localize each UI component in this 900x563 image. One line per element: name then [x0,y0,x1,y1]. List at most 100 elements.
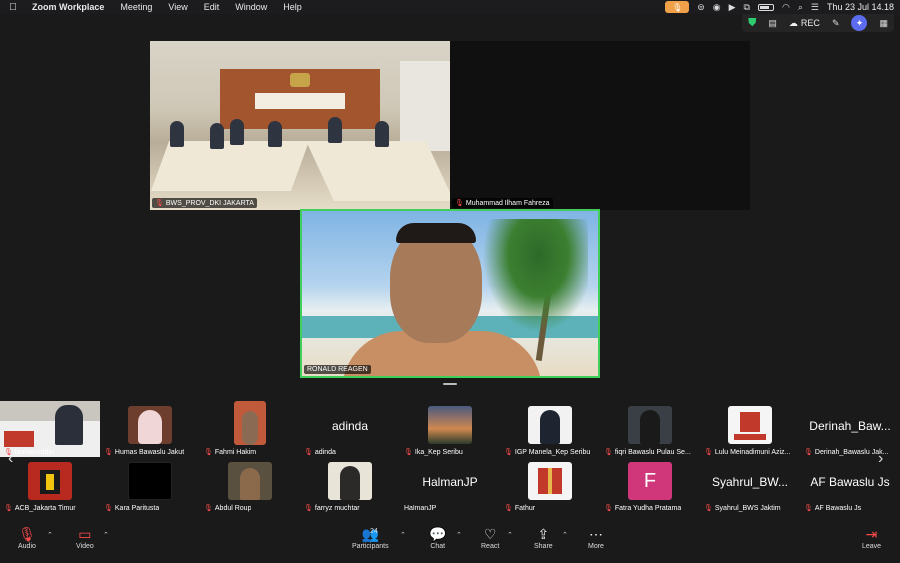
gallery-tile-label: 🎙 adinda [304,448,336,457]
gallery-tile[interactable]: 🎙 Lulu Meinadimuni Aziz... [700,401,800,457]
participant-name: IGP Manela_Kep Seribu [514,448,591,456]
gallery-tile[interactable]: F 🎙 Fatra Yudha Pratama [600,457,700,513]
security-shield-icon[interactable]: ⛊ [748,17,756,30]
ai-companion-icon[interactable]: ✦ [851,15,868,31]
zoom-status-icon[interactable]: ◉ [713,2,721,13]
heart-icon: ♡ [483,526,497,542]
gallery-next-arrow-icon[interactable]: › [878,450,883,468]
battery-icon[interactable] [757,3,774,11]
tile-image [138,410,162,444]
video-button[interactable]: ▭ Video [76,525,94,550]
muted-mic-icon: 🎙 [455,200,464,207]
room-person [230,119,244,145]
video-options-chevron-icon[interactable]: ⌃ [103,531,109,539]
gallery-tile[interactable]: 🎙 IGP Manela_Kep Seribu [500,401,600,457]
muted-mic-icon: 🎙 [304,505,313,512]
room-person [375,121,389,147]
gallery-tile[interactable]: Syahrul_BW... 🎙 Syahrul_BWS Jaktim [700,457,800,513]
avatar [628,406,672,444]
room-person [210,123,224,149]
tile-image [240,468,260,500]
gallery-tile-label: 🎙 Ika_Kep Seribu [404,448,463,457]
gallery-tile-label: HalmanJP [404,505,436,512]
share-button[interactable]: ⇪ Share [534,525,553,550]
gallery-tile-label: 🎙 Humas Bawaslu Jakut [104,448,185,457]
leave-button[interactable]: ⇥ Leave [862,525,881,550]
window-switch-icon[interactable]: ⧉ [744,2,750,13]
menu-bar:  Zoom Workplace Meeting View Edit Windo… [0,0,900,14]
gallery-tile[interactable]: 🎙 burhanuddin [0,401,100,457]
audio-button[interactable]: 🎙 Audio [18,525,36,550]
gallery-tile[interactable]: HalmanJP HalmanJP [400,457,500,513]
menubar-clock[interactable]: Thu 23 Jul 14.18 [827,2,894,12]
apple-menu-icon[interactable]:  [0,2,26,13]
wifi-icon[interactable]: ◠ [782,2,790,13]
muted-mic-icon: 🎙 [504,505,513,512]
video-tile-room[interactable]: 🎙 BWS_PROV_DKI JAKARTA [150,41,450,210]
spotlight-search-icon[interactable]: ⌕ [798,2,803,13]
gallery-tile-label: 🎙 Syahrul_BWS Jaktim [704,504,781,513]
gallery-tile-label: 🎙 Kara Paritusta [104,504,159,513]
participant-display-name: Syahrul_BW... [711,475,789,489]
participant-name: HalmanJP [404,505,437,512]
screen-share-status-icon[interactable]: ⊜ [697,2,705,13]
menu-edit[interactable]: Edit [196,2,228,12]
share-options-chevron-icon[interactable]: ⌃ [562,531,568,539]
menu-window[interactable]: Window [227,2,275,12]
video-tile-dark[interactable]: 🎙 Muhammad Ilham Fahreza [450,41,750,210]
menu-app-name[interactable]: Zoom Workplace [26,2,112,12]
speaker-hair [396,223,476,243]
chat-button[interactable]: 💬 Chat [429,525,446,550]
more-button[interactable]: ⋯ More [588,525,604,550]
gallery-tile[interactable]: 🎙 Fahmi Hakim [200,401,300,457]
participants-options-chevron-icon[interactable]: ⌃ [400,531,406,539]
gallery-tile[interactable]: 🎙 Humas Bawaslu Jakut [100,401,200,457]
participant-name: Abdul Roup [214,504,252,512]
gallery-tile-label: 🎙 Fatra Yudha Pratama [604,504,681,513]
audio-options-chevron-icon[interactable]: ⌃ [47,531,53,539]
resize-handle[interactable] [443,383,457,385]
menu-meeting[interactable]: Meeting [112,2,160,12]
gallery-tile[interactable]: 🎙 Fathur [500,457,600,513]
video-label: Video [76,543,94,550]
annotate-pen-icon[interactable]: ✎ [832,18,840,29]
muted-mic-icon: 🎙 [804,505,813,512]
gallery-tile[interactable]: Derinah_Baw... 🎙 Derinah_Bawaslu Jak... [800,401,900,457]
gallery-tile[interactable]: 🎙 fiqri Bawaslu Pulau Se... [600,401,700,457]
menu-help[interactable]: Help [275,2,310,12]
notes-icon[interactable]: ▤ [768,18,777,29]
zoom-top-controls: ⛊ ▤ ☁ REC ✎ ✦ ▦ [742,14,894,32]
muted-mic-icon: 🎙 [304,449,313,456]
gallery-tile[interactable]: 🎙 farryz muchtar [300,457,400,513]
muted-mic-icon: 🎙 [704,449,713,456]
participant-name: Lulu Meinadimuni Aziz... [714,448,791,456]
gallery-tile-label: 🎙 Derinah_Bawaslu Jak... [804,448,888,457]
gallery-tile[interactable]: adinda 🎙 adinda [300,401,400,457]
mic-in-use-icon[interactable]: 🎙 [665,1,690,13]
participant-name: Syahrul_BWS Jaktim [714,504,781,512]
play-status-icon[interactable]: ▶ [729,2,736,13]
react-label: React [481,543,500,550]
gallery-tile[interactable]: AF Bawaslu Js 🎙 AF Bawaslu Js [800,457,900,513]
tile-image [4,431,34,447]
recording-indicator[interactable]: ☁ REC [789,18,820,29]
menu-view[interactable]: View [160,2,195,12]
gallery-tile[interactable]: 🎙 ACB_Jakarta Timur [0,457,100,513]
chat-options-chevron-icon[interactable]: ⌃ [456,531,462,539]
muted-mic-icon: 🎙 [404,449,413,456]
muted-mic-icon: 🎙 [604,505,613,512]
react-button[interactable]: ♡ React [481,525,499,550]
video-tile-active-speaker[interactable]: RONALD REAGEN [300,209,600,378]
participant-name: BWS_PROV_DKI JAKARTA [165,199,254,207]
react-options-chevron-icon[interactable]: ⌃ [507,531,513,539]
avatar: F [628,462,672,500]
gallery-tile-label: 🎙 Fahmi Hakim [204,448,256,457]
gallery-prev-arrow-icon[interactable]: ‹ [8,450,13,468]
gallery-tile[interactable]: 🎙 Kara Paritusta [100,457,200,513]
participant-name: Humas Bawaslu Jakut [114,448,185,456]
gallery-view-icon[interactable]: ▦ [879,18,888,29]
control-center-icon[interactable]: ☰ [811,2,819,13]
gallery-tile[interactable]: 🎙 Abdul Roup [200,457,300,513]
participants-button[interactable]: 👥 24 Participants [352,525,389,550]
gallery-tile[interactable]: 🎙 Ika_Kep Seribu [400,401,500,457]
